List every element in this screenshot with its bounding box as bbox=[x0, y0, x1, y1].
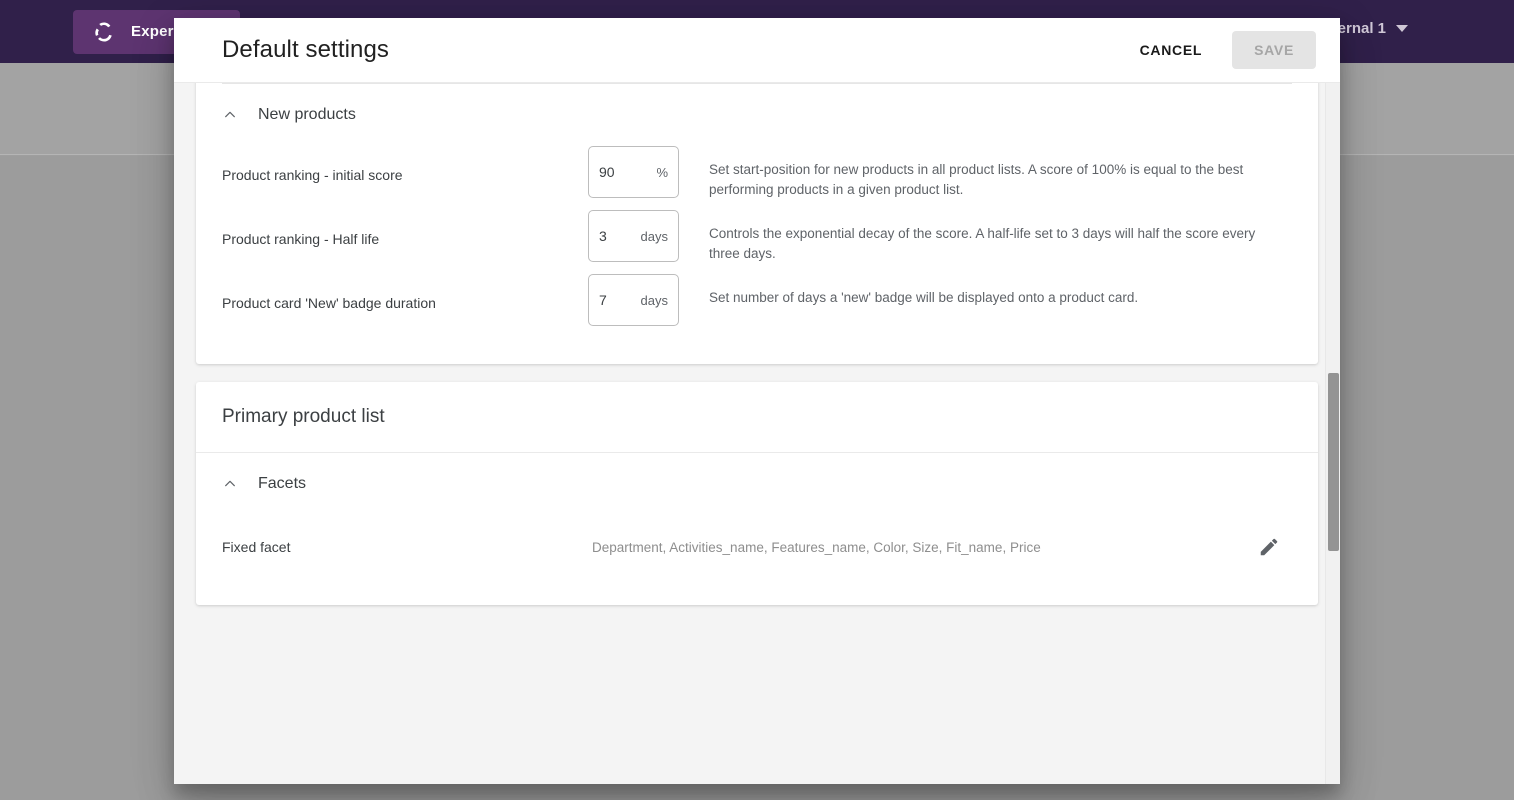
initial-score-value: 90 bbox=[599, 164, 615, 180]
default-settings-dialog: Default settings CANCEL SAVE Display out… bbox=[174, 18, 1340, 784]
facet-value: Department, Activities_name, Features_na… bbox=[592, 539, 1041, 555]
card-content: Facets Fixed facet Department, Activitie… bbox=[196, 453, 1318, 605]
field-help-text: Set start-position for new products in a… bbox=[709, 162, 1244, 197]
half-life-input[interactable]: 3 days bbox=[588, 210, 679, 262]
section-header-facets[interactable]: Facets bbox=[222, 453, 1292, 515]
field-help-text: Set number of days a 'new' badge will be… bbox=[709, 290, 1139, 305]
primary-product-list-card: Primary product list Facets Fixed facet … bbox=[196, 382, 1318, 605]
half-life-value: 3 bbox=[599, 228, 607, 244]
facet-label: Fixed facet bbox=[222, 539, 291, 555]
field-help-text: Controls the exponential decay of the sc… bbox=[709, 226, 1256, 261]
save-button[interactable]: SAVE bbox=[1232, 31, 1316, 69]
dialog-header: Default settings CANCEL SAVE bbox=[174, 18, 1340, 83]
new-badge-duration-value: 7 bbox=[599, 292, 607, 308]
cancel-button[interactable]: CANCEL bbox=[1126, 32, 1217, 68]
initial-score-input[interactable]: 90 % bbox=[588, 146, 679, 198]
field-label: Product ranking - Half life bbox=[222, 231, 380, 247]
recommend-logo-icon bbox=[95, 21, 112, 42]
page-title: Default settings bbox=[222, 36, 390, 63]
field-row-half-life: Product ranking - Half life 3 days Contr… bbox=[222, 210, 1292, 274]
field-row-new-badge-duration: Product card 'New' badge duration 7 days… bbox=[222, 274, 1292, 338]
half-life-unit: days bbox=[640, 228, 668, 244]
chevron-down-icon bbox=[1396, 25, 1408, 32]
section-header-new-products[interactable]: New products bbox=[222, 84, 1292, 146]
default-settings-card: Display out of stock products in product… bbox=[196, 83, 1318, 364]
section-title: New products bbox=[258, 106, 356, 123]
dialog-scroll-body: Display out of stock products in product… bbox=[174, 83, 1340, 784]
card-title: Primary product list bbox=[222, 406, 385, 427]
field-label: Product card 'New' badge duration bbox=[222, 295, 436, 311]
chevron-up-icon bbox=[225, 111, 235, 118]
new-badge-duration-input[interactable]: 7 days bbox=[588, 274, 679, 326]
card-title-bar: Primary product list bbox=[196, 382, 1318, 453]
dialog-scrollbar-thumb[interactable] bbox=[1328, 373, 1339, 551]
dialog-scrollbar-track[interactable] bbox=[1325, 83, 1340, 784]
facet-row-fixed-facet: Fixed facet Department, Activities_name,… bbox=[222, 515, 1292, 579]
field-label: Product ranking - initial score bbox=[222, 167, 403, 183]
chevron-up-icon bbox=[225, 480, 235, 487]
edit-pencil-icon[interactable] bbox=[1258, 536, 1280, 558]
initial-score-unit: % bbox=[656, 164, 668, 180]
dialog-actions: CANCEL SAVE bbox=[1126, 31, 1316, 69]
new-badge-duration-unit: days bbox=[640, 292, 668, 308]
field-row-initial-score: Product ranking - initial score 90 % Set… bbox=[222, 146, 1292, 210]
section-title: Facets bbox=[258, 475, 307, 492]
